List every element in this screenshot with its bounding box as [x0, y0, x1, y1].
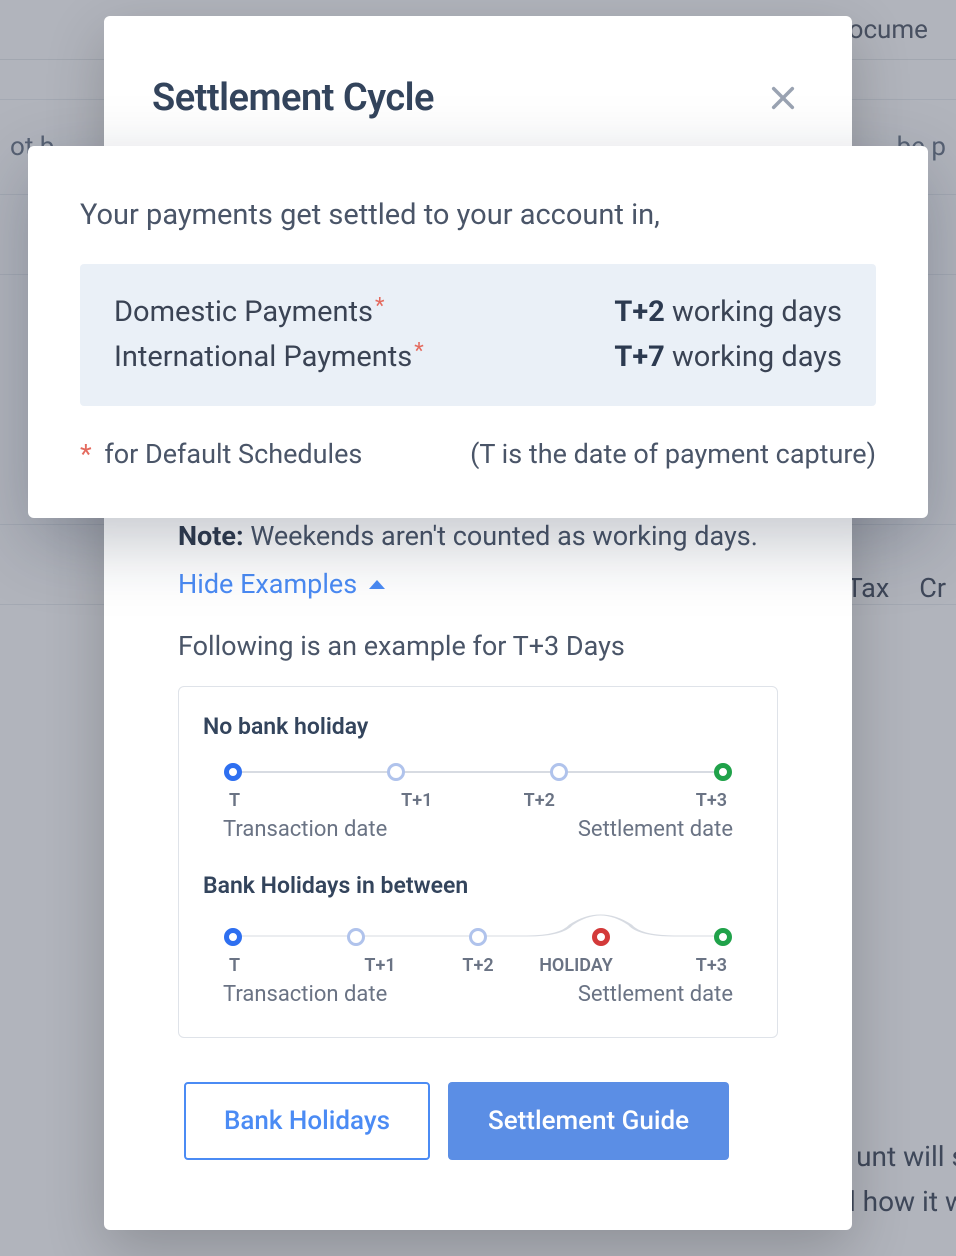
row-labels: Transaction date Settlement date	[223, 817, 733, 842]
note-line: Note: Weekends aren't counted as working…	[178, 520, 778, 552]
domestic-label: Domestic Payments*	[114, 290, 384, 335]
tick-labels: T T+1 T+2 T+3	[233, 790, 723, 811]
modal-title: Settlement Cycle	[152, 76, 434, 120]
hide-examples-toggle[interactable]: Hide Examples	[178, 568, 385, 600]
node-t3	[714, 763, 732, 781]
footnote-row: * for Default Schedules (T is the date o…	[80, 438, 876, 470]
toggle-label: Hide Examples	[178, 568, 357, 600]
settlement-date-label: Settlement date	[578, 817, 733, 842]
bank-holidays-button[interactable]: Bank Holidays	[184, 1082, 430, 1160]
example2-title: Bank Holidays in between	[203, 872, 753, 899]
example-lead: Following is an example for T+3 Days	[178, 630, 778, 662]
node-t1	[387, 763, 405, 781]
node-t3	[714, 928, 732, 946]
transaction-date-label: Transaction date	[223, 982, 387, 1007]
row-labels: Transaction date Settlement date	[223, 982, 733, 1007]
settlement-guide-button[interactable]: Settlement Guide	[448, 1082, 729, 1160]
footnote-left: * for Default Schedules	[80, 438, 362, 470]
asterisk-icon: *	[414, 339, 423, 364]
example1-title: No bank holiday	[203, 713, 753, 740]
footnote-right: (T is the date of payment capture)	[470, 438, 876, 470]
schedule-box: Domestic Payments* T+2 working days Inte…	[80, 264, 876, 406]
close-button[interactable]	[769, 84, 797, 112]
settlement-date-label: Settlement date	[578, 982, 733, 1007]
note-bold: Note:	[178, 520, 244, 552]
node-t2	[550, 763, 568, 781]
node-t2	[469, 928, 487, 946]
transaction-date-label: Transaction date	[223, 817, 387, 842]
node-t	[224, 928, 242, 946]
node-t	[224, 763, 242, 781]
node-holiday	[592, 928, 610, 946]
international-value: T+7 working days	[614, 335, 842, 380]
summary-intro: Your payments get settled to your accoun…	[80, 198, 876, 232]
asterisk-icon: *	[375, 294, 384, 319]
example-box: No bank holiday T T+1 T+2 T+3 Transactio…	[178, 686, 778, 1038]
international-label: International Payments*	[114, 335, 424, 380]
note-text: Weekends aren't counted as working days.	[244, 520, 758, 552]
settlement-summary-card: Your payments get settled to your accoun…	[28, 146, 928, 518]
node-t1	[347, 928, 365, 946]
chevron-up-icon	[369, 580, 385, 589]
asterisk-icon: *	[80, 438, 92, 470]
timeline-with-holiday	[233, 925, 723, 949]
domestic-value: T+2 working days	[614, 290, 842, 335]
timeline-no-holiday	[233, 760, 723, 784]
close-icon	[769, 84, 797, 112]
